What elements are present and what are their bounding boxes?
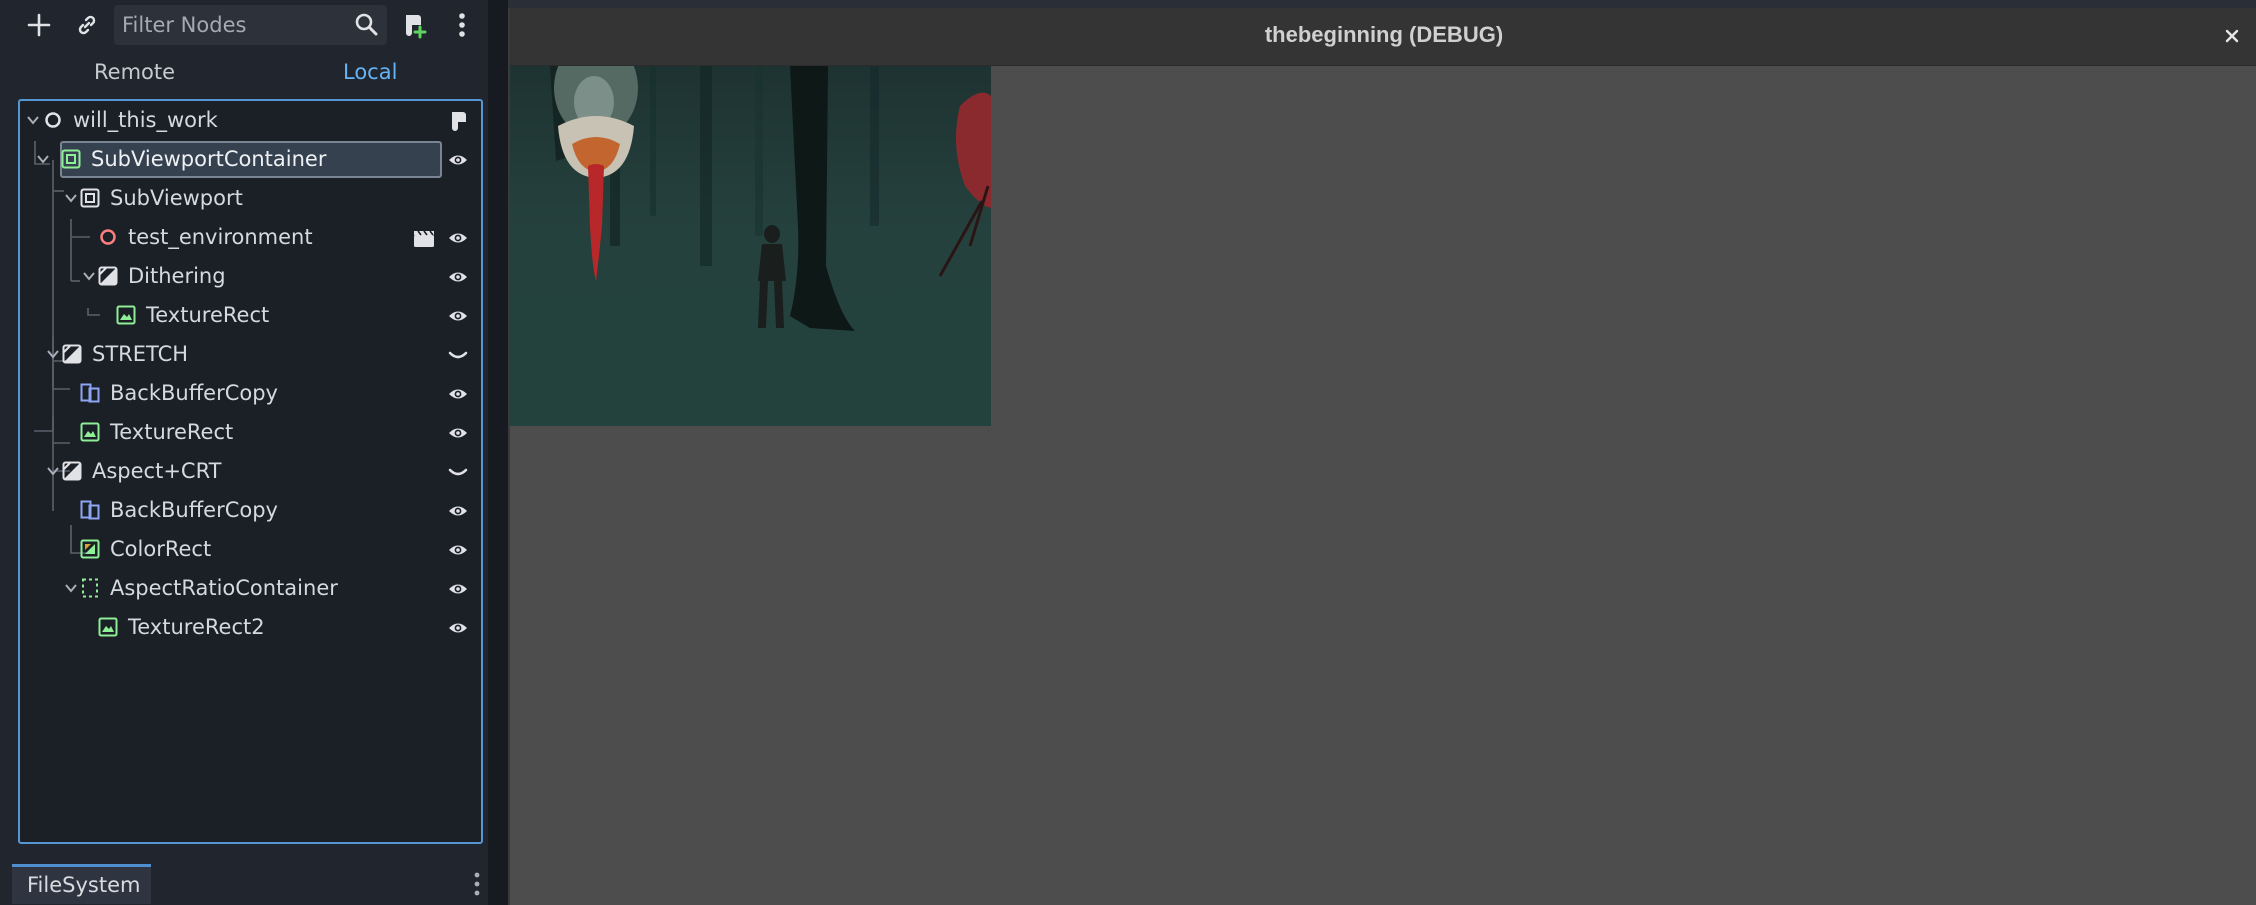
backbuffercopy-icon xyxy=(80,383,100,403)
canvasgroup-icon xyxy=(62,461,82,481)
visibility-eye-icon[interactable] xyxy=(447,617,469,639)
collapse-arrow-icon[interactable] xyxy=(80,267,98,285)
bottom-dock-tabs: FileSystem xyxy=(0,858,488,905)
node-icon xyxy=(45,112,61,128)
tree-item-backbuffercopy[interactable]: BackBufferCopy xyxy=(20,374,481,413)
tree-item-will-this-work[interactable]: will_this_work xyxy=(20,101,481,140)
tree-item-texturerect2[interactable]: TextureRect2 xyxy=(20,608,481,647)
subviewport-icon xyxy=(80,188,100,208)
clapperboard-icon[interactable] xyxy=(412,227,436,249)
tree-item-label: TextureRect2 xyxy=(128,615,265,639)
game-viewport-render xyxy=(510,66,991,426)
tree-item-subviewport[interactable]: SubViewport xyxy=(20,179,481,218)
backbuffercopy-icon xyxy=(80,500,100,520)
tree-item-stretch[interactable]: STRETCH xyxy=(20,335,481,374)
tree-item-label: STRETCH xyxy=(92,342,189,366)
tree-item-label: TextureRect xyxy=(146,303,270,327)
tree-item-label: Dithering xyxy=(128,264,226,288)
tree-item-label: SubViewport xyxy=(110,186,243,210)
tree-item-test-environment[interactable]: test_environment xyxy=(20,218,481,257)
collapse-arrow-icon[interactable] xyxy=(24,111,42,129)
tree-item-backbuffercopy[interactable]: BackBufferCopy xyxy=(20,491,481,530)
texturerect-icon xyxy=(80,422,100,442)
visibility-eye-icon[interactable] xyxy=(447,500,469,522)
tree-item-aspect-crt[interactable]: Aspect+CRT xyxy=(20,452,481,491)
tree-item-label: TextureRect xyxy=(110,420,234,444)
texturerect-icon xyxy=(98,617,118,637)
canvasgroup-icon xyxy=(98,266,118,286)
remote-local-tabs: Remote Local xyxy=(0,54,488,90)
visibility-eye-icon[interactable] xyxy=(447,383,469,405)
subviewportcontainer-icon xyxy=(61,149,81,169)
script-icon[interactable] xyxy=(447,110,469,132)
scene-dock: Remote Local xyxy=(0,0,488,905)
debug-game-window: thebeginning (DEBUG) xyxy=(508,8,2256,905)
editor-top-strip xyxy=(508,0,2256,8)
tree-item-aspectratiocontainer[interactable]: AspectRatioContainer xyxy=(20,569,481,608)
scene-menu-button[interactable] xyxy=(443,6,481,44)
tree-item-subviewportcontainer[interactable]: SubViewportContainer xyxy=(20,140,481,179)
filter-nodes-box xyxy=(114,5,387,45)
add-node-button[interactable] xyxy=(20,6,58,44)
tree-item-label: SubViewportContainer xyxy=(91,147,327,171)
collapse-arrow-icon[interactable] xyxy=(44,345,62,363)
visibility-eye-icon[interactable] xyxy=(447,305,469,327)
tree-item-texturerect[interactable]: TextureRect xyxy=(20,413,481,452)
collapse-arrow-icon[interactable] xyxy=(44,462,62,480)
aspectratiocontainer-icon xyxy=(82,578,98,598)
tree-item-label: ColorRect xyxy=(110,537,212,561)
filter-nodes-input[interactable] xyxy=(122,5,342,45)
tab-local[interactable]: Local xyxy=(343,54,397,90)
texturerect-icon xyxy=(116,305,136,325)
tree-item-texturerect[interactable]: TextureRect xyxy=(20,296,481,335)
plus-icon xyxy=(27,13,51,37)
scene-toolbar xyxy=(0,0,488,50)
visibility-eye-icon[interactable] xyxy=(447,149,469,171)
tab-filesystem[interactable]: FileSystem xyxy=(12,864,151,904)
visibility-eye-icon[interactable] xyxy=(447,266,469,288)
kebab-menu-icon xyxy=(459,13,465,37)
tree-item-label: AspectRatioContainer xyxy=(110,576,338,600)
tree-item-label: BackBufferCopy xyxy=(110,381,278,405)
tree-item-label: test_environment xyxy=(128,225,313,249)
tree-item-label: Aspect+CRT xyxy=(92,459,222,483)
collapse-arrow-icon[interactable] xyxy=(62,189,80,207)
tree-item-dithering[interactable]: Dithering xyxy=(20,257,481,296)
attach-script-button[interactable] xyxy=(395,6,433,44)
add-script-icon xyxy=(406,15,427,39)
window-titlebar[interactable]: thebeginning (DEBUG) xyxy=(510,8,2256,66)
node3d-icon xyxy=(100,229,116,245)
canvasgroup-icon xyxy=(62,344,82,364)
visibility-eye-icon[interactable] xyxy=(447,539,469,561)
kebab-menu-icon[interactable] xyxy=(470,870,484,898)
instantiate-scene-button[interactable] xyxy=(68,6,106,44)
tree-item-label: BackBufferCopy xyxy=(110,498,278,522)
tree-item-colorrect[interactable]: ColorRect xyxy=(20,530,481,569)
dock-splitter[interactable] xyxy=(488,0,508,905)
link-icon xyxy=(78,15,96,35)
visibility-eye-icon[interactable] xyxy=(447,422,469,444)
close-icon[interactable] xyxy=(2218,22,2246,50)
visibility-eye-icon[interactable] xyxy=(447,578,469,600)
window-title: thebeginning (DEBUG) xyxy=(1264,22,1504,47)
search-icon[interactable] xyxy=(353,11,381,39)
visibility-hidden-icon[interactable] xyxy=(447,461,469,483)
collapse-arrow-icon[interactable] xyxy=(34,150,52,168)
visibility-hidden-icon[interactable] xyxy=(447,344,469,366)
collapse-arrow-icon[interactable] xyxy=(62,579,80,597)
scene-tree: will_this_work SubViewportContainer SubV… xyxy=(18,99,483,844)
colorrect-icon xyxy=(80,539,100,559)
tree-item-label: will_this_work xyxy=(73,108,218,132)
tab-remote[interactable]: Remote xyxy=(94,54,175,90)
visibility-eye-icon[interactable] xyxy=(447,227,469,249)
